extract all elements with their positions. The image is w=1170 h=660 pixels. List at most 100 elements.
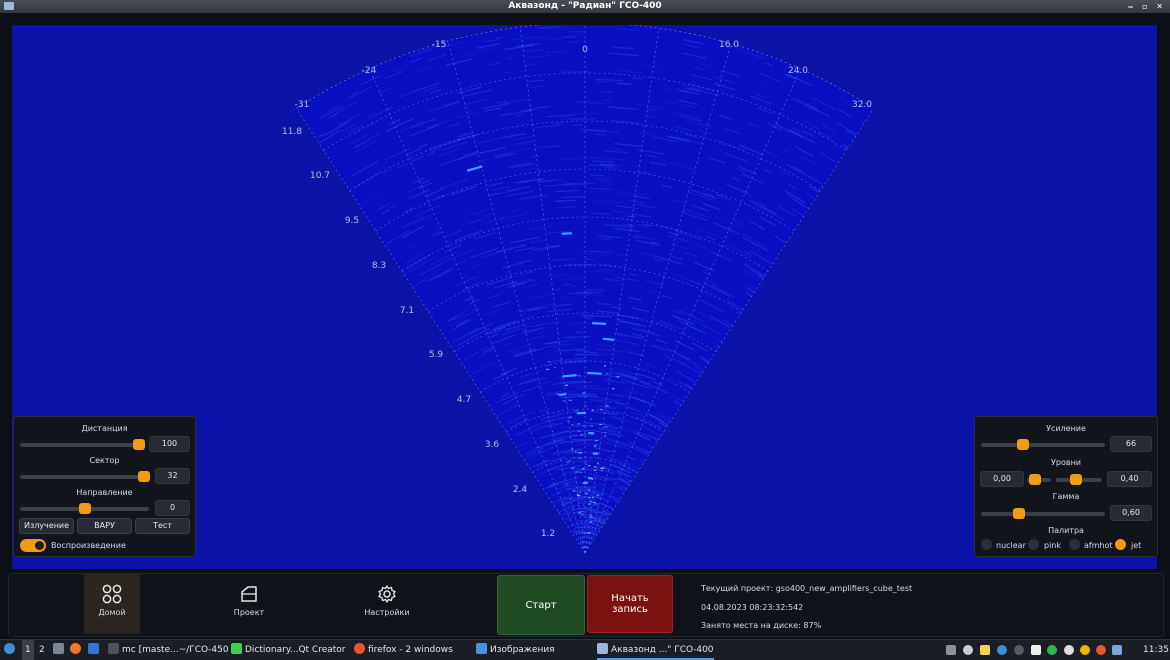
tray-bluetooth-icon[interactable] (997, 645, 1007, 655)
sonar-echo-dot (579, 452, 582, 453)
levels-min-value[interactable]: 0,00 (980, 471, 1024, 487)
gain-slider[interactable] (981, 443, 1105, 447)
sonar-noise-streak (579, 444, 600, 445)
sonar-echo-dot (583, 533, 586, 534)
range-label: 2.4 (513, 485, 528, 495)
taskbar-app-qtcreator[interactable]: Dictionary...Qt Creator (231, 640, 346, 660)
palette-nuclear-radio[interactable] (981, 539, 992, 550)
taskbar-app-akvazond[interactable]: Аквазонд ..." ГСО-400 (597, 640, 714, 660)
gain-value[interactable]: 66 (1110, 436, 1152, 452)
taskbar-app-firefox[interactable]: firefox - 2 windows (354, 640, 453, 660)
sonar-echo-dot (590, 419, 592, 420)
sector-slider-handle[interactable] (138, 471, 150, 482)
gain-slider-handle[interactable] (1017, 439, 1029, 450)
tray-ubuntu-icon[interactable] (1096, 645, 1106, 655)
direction-value[interactable]: 0 (155, 500, 190, 516)
sonar-echo-dot (589, 515, 592, 516)
varu-button[interactable]: ВАРУ (77, 518, 132, 534)
sonar-echo-dot (590, 517, 593, 518)
sonar-echo-dot (578, 375, 581, 376)
direction-slider-handle[interactable] (79, 503, 91, 514)
levels-max-handle[interactable] (1070, 474, 1082, 485)
sonar-noise-streak (571, 430, 590, 431)
sonar-noise-streak (563, 284, 571, 285)
gamma-slider[interactable] (981, 512, 1105, 516)
tray-keyboard-icon[interactable] (946, 645, 956, 655)
nav-settings-button[interactable]: Настройки (359, 574, 415, 634)
nav-project-button[interactable]: Проект (221, 574, 277, 634)
palette-label: Палитра (975, 526, 1157, 535)
gamma-value[interactable]: 0,60 (1110, 505, 1152, 521)
tray-clipboard-icon[interactable] (1031, 645, 1041, 655)
sonar-noise-streak (589, 447, 598, 448)
sonar-echo-dot (617, 376, 619, 377)
window-titlebar: Аквазонд - "Радиан" ГСО-400 ‒ ▫ ✕ (0, 0, 1170, 13)
tray-update-icon[interactable] (1080, 645, 1090, 655)
distance-slider[interactable] (20, 443, 144, 447)
tray-wifi-icon[interactable] (1064, 645, 1074, 655)
sonar-echo-dot (600, 409, 602, 410)
project-info: Текущий проект: gso400_new_amplifiers_cu… (679, 576, 1161, 632)
test-button[interactable]: Тест (135, 518, 190, 534)
direction-slider[interactable] (20, 507, 149, 511)
sector-slider[interactable] (20, 475, 150, 479)
tray-display-icon[interactable] (1112, 645, 1122, 655)
sonar-echo-dot (604, 365, 606, 366)
control-buttons-row: Излучение ВАРУ Тест (19, 518, 191, 534)
sonar-echo-dot (575, 451, 577, 452)
sonar-echo-dot (556, 394, 559, 395)
start-button[interactable]: Старт (497, 575, 585, 635)
sonar-echo-dot (569, 460, 571, 461)
sonar-echo-dot (604, 432, 606, 433)
sonar-echo-dot (571, 424, 573, 425)
sonar-noise-streak (591, 541, 592, 542)
sonar-echo-dot (594, 466, 597, 467)
taskbar-app-mc[interactable]: mc [maste...~/ГСО-450 (108, 640, 229, 660)
distance-value[interactable]: 100 (149, 436, 190, 452)
levels-min-slider[interactable] (1027, 478, 1051, 482)
sonar-echo-dot (594, 470, 596, 471)
tray-notes-icon[interactable] (980, 645, 990, 655)
sonar-echo-dot (567, 421, 569, 422)
range-label: 3.6 (485, 440, 500, 450)
sonar-echo-dot (573, 490, 575, 491)
palette-pink-radio[interactable] (1028, 539, 1039, 550)
sonar-echo-dot (569, 400, 572, 401)
sonar-echo-dot (592, 410, 594, 411)
taskbar-app-images[interactable]: Изображения (476, 640, 555, 660)
start-menu-icon[interactable] (4, 640, 18, 660)
nav-home-button[interactable]: Домой (84, 574, 140, 634)
sonar-noise-streak (580, 538, 583, 539)
firefox-launcher-icon[interactable] (70, 640, 84, 660)
start-recording-button[interactable]: Начать запись (587, 575, 673, 633)
distance-slider-handle[interactable] (133, 439, 145, 450)
sonar-noise-streak (555, 258, 562, 259)
levels-max-value[interactable]: 0,40 (1107, 471, 1152, 487)
sonar-echo-dot (604, 426, 607, 427)
workspace-2[interactable]: 2 (39, 640, 45, 660)
levels-max-slider[interactable] (1056, 478, 1102, 482)
taskbar-app-mc-label: mc [maste...~/ГСО-450 (122, 645, 229, 655)
file-manager-icon[interactable] (53, 640, 67, 660)
palette-jet-radio[interactable] (1115, 539, 1126, 550)
sonar-echo (593, 323, 605, 324)
sector-value[interactable]: 32 (155, 468, 190, 484)
sonar-control-panel: Дистанция 100 Сектор 32 Направление 0 Из… (13, 416, 196, 557)
sonar-noise-streak (565, 184, 587, 185)
window-controls[interactable]: ‒ ▫ ✕ (1128, 0, 1166, 13)
levels-min-handle[interactable] (1029, 474, 1041, 485)
desktop-icon[interactable] (88, 640, 102, 660)
angle-label: 24.0 (788, 66, 808, 76)
palette-afmhot-radio[interactable] (1069, 539, 1080, 550)
tray-network-icon[interactable] (1014, 645, 1024, 655)
sonar-echo-dot (578, 458, 581, 459)
playback-toggle[interactable] (20, 539, 46, 552)
gamma-slider-handle[interactable] (1013, 508, 1025, 519)
sonar-echo-dot (588, 503, 591, 504)
sonar-noise-streak (558, 119, 569, 120)
range-label: 7.1 (400, 306, 414, 316)
tray-status-icon[interactable] (1047, 645, 1057, 655)
emission-button[interactable]: Излучение (19, 518, 74, 534)
tray-volume-icon[interactable] (963, 645, 973, 655)
workspace-1[interactable]: 1 (22, 640, 34, 660)
